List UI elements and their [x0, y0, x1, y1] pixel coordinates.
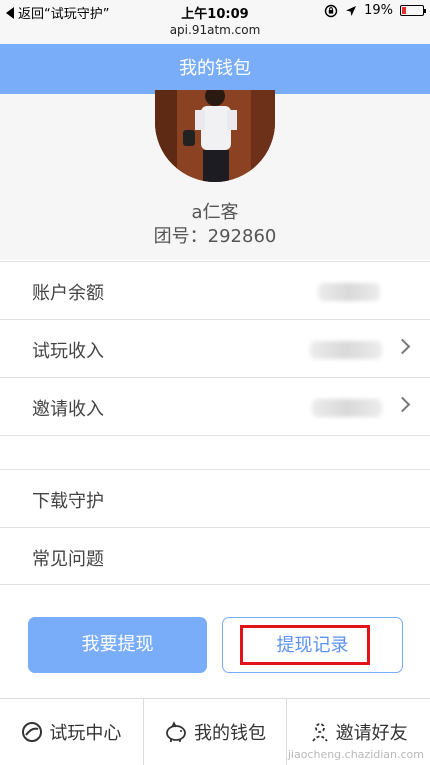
battery-percent: 19%: [364, 3, 393, 18]
row-label: 试玩收入: [32, 341, 104, 362]
url-label: api.91atm.com: [169, 23, 261, 37]
trial-center-icon: [22, 722, 43, 742]
row-label: 下载守护: [32, 491, 104, 512]
status-icons: 19%: [324, 3, 426, 18]
trial-income-value-blurred: [310, 341, 382, 359]
chevron-right-icon: [394, 396, 411, 413]
row-label: 账户余额: [32, 283, 104, 304]
chevron-right-icon: [394, 338, 411, 355]
invite-income-value-blurred: [312, 399, 382, 417]
highlight-annotation: [240, 625, 370, 665]
tab-trial-center[interactable]: 试玩中心: [0, 699, 144, 765]
piggy-bank-icon: [166, 721, 186, 742]
nav-title: 我的钱包: [0, 44, 430, 94]
row-trial-income[interactable]: 试玩收入: [0, 319, 430, 377]
tab-label: 邀请好友: [335, 723, 408, 744]
tab-wallet[interactable]: 我的钱包: [144, 699, 288, 765]
section-divider: [0, 435, 430, 469]
status-bar: 返回“试玩守护” 上午10:09 api.91atm.com 19%: [0, 0, 430, 44]
avatar[interactable]: [155, 90, 275, 182]
username: a仁客: [191, 202, 239, 223]
row-faq[interactable]: 常见问题: [0, 527, 430, 585]
battery-icon: [400, 5, 426, 16]
row-download-guard[interactable]: 下载守护: [0, 469, 430, 527]
row-label: 常见问题: [32, 549, 104, 570]
profile-section: a仁客 团号：292860: [0, 90, 430, 260]
row-account-balance: 账户余额: [0, 261, 430, 319]
withdraw-button[interactable]: 我要提现: [28, 617, 207, 673]
tab-label: 我的钱包: [194, 723, 266, 744]
watermark: jiaocheng.chazidian.com: [287, 748, 424, 761]
row-label: 邀请收入: [32, 399, 104, 420]
location-arrow-icon: [346, 5, 357, 16]
tab-label: 试玩中心: [49, 723, 122, 744]
group-number: 团号：292860: [153, 226, 277, 247]
rotation-lock-icon: [324, 4, 338, 17]
row-invite-income[interactable]: 邀请收入: [0, 377, 430, 435]
invite-friends-icon: [311, 723, 328, 742]
balance-value-blurred: [318, 283, 380, 301]
